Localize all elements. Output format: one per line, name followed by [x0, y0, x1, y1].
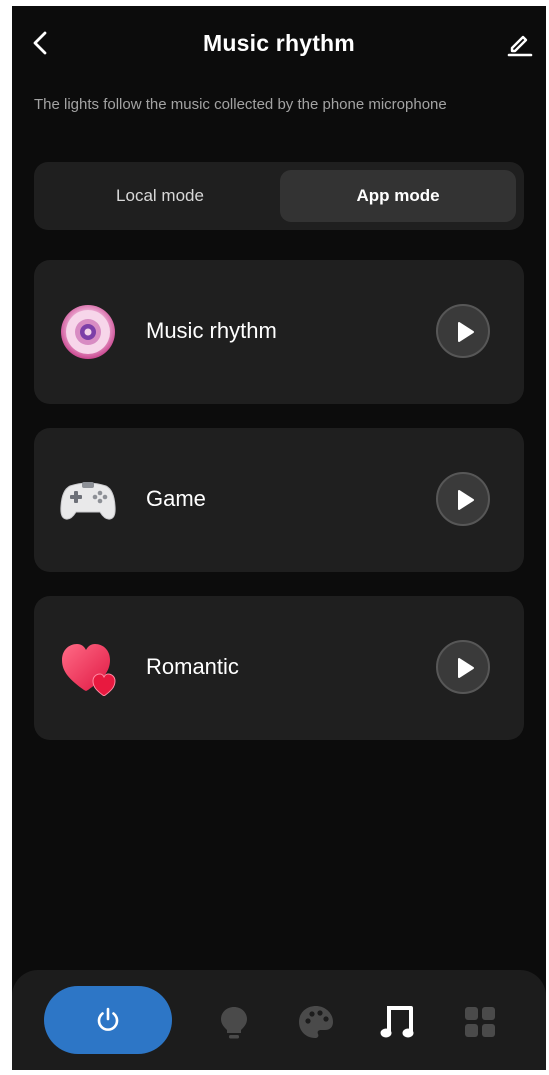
palette-icon: [299, 1006, 333, 1038]
music-note-icon: [380, 1006, 414, 1038]
nav-palette[interactable]: [296, 1002, 336, 1042]
scene-label: Romantic: [146, 654, 239, 679]
scene-card-game[interactable]: Game: [34, 428, 524, 572]
grid-icon: [465, 1007, 495, 1037]
bottom-nav: [12, 970, 546, 1070]
hearts-icon: [60, 640, 116, 697]
mode-toggle: Local mode App mode: [34, 162, 524, 230]
scene-card-romantic[interactable]: Romantic: [34, 596, 524, 740]
power-icon: [97, 1007, 119, 1031]
page-description: The lights follow the music collected by…: [34, 96, 447, 113]
bulb-icon: [221, 1007, 247, 1039]
page-title: Music rhythm: [203, 30, 355, 56]
scene-card-music-rhythm[interactable]: Music rhythm: [34, 260, 524, 404]
play-icon: [458, 322, 474, 342]
play-icon: [458, 658, 474, 678]
nav-grid[interactable]: [460, 1002, 500, 1042]
header: Music rhythm: [12, 6, 546, 84]
edit-button[interactable]: [504, 28, 534, 58]
nav-music[interactable]: [378, 1002, 418, 1042]
gamepad-icon: [60, 472, 116, 528]
scene-label: Music rhythm: [146, 318, 277, 343]
vinyl-disc-icon: [60, 304, 116, 360]
local-mode-tab[interactable]: Local mode: [42, 170, 278, 222]
play-icon: [458, 490, 474, 510]
play-button[interactable]: [436, 472, 490, 526]
pencil-icon: [507, 35, 533, 57]
app-mode-tab[interactable]: App mode: [280, 170, 516, 222]
phone-screen: Music rhythm The lights follow the music…: [12, 6, 546, 1070]
play-button[interactable]: [436, 304, 490, 358]
nav-bulb[interactable]: [214, 1002, 254, 1042]
play-button[interactable]: [436, 640, 490, 694]
scene-label: Game: [146, 486, 206, 511]
power-button[interactable]: [44, 986, 172, 1054]
